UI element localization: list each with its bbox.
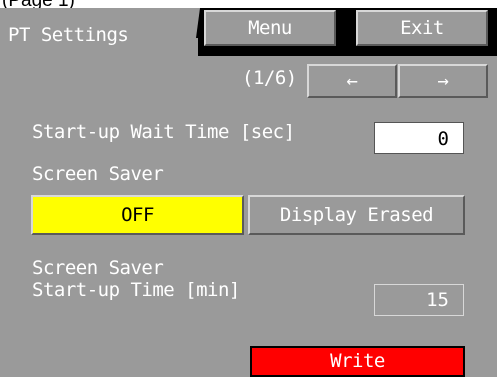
screen-saver-display-erased-option[interactable]: Display Erased xyxy=(248,195,465,235)
exit-button[interactable]: Exit xyxy=(356,10,488,46)
pt-settings-panel: PT Settings Menu Exit (1/6) ← → Start-up… xyxy=(0,8,497,377)
prev-page-button[interactable]: ← xyxy=(307,64,397,98)
write-button[interactable]: Write xyxy=(250,346,465,377)
page-indicator: (1/6) xyxy=(242,67,297,89)
saver-startup-input[interactable]: 15 xyxy=(374,284,464,316)
saver-startup-label-line2: Start-up Time [min] xyxy=(32,279,240,301)
tab-pt-settings: PT Settings xyxy=(8,24,129,46)
tab-notch xyxy=(196,8,200,38)
screen-saver-off-option[interactable]: OFF xyxy=(31,195,244,235)
startup-wait-label: Start-up Wait Time [sec] xyxy=(32,121,295,143)
next-page-button[interactable]: → xyxy=(398,64,488,98)
menu-button[interactable]: Menu xyxy=(204,10,336,46)
screen-saver-label: Screen Saver xyxy=(32,163,164,185)
saver-startup-label-line1: Screen Saver xyxy=(32,257,164,279)
startup-wait-input[interactable]: 0 xyxy=(374,122,464,154)
